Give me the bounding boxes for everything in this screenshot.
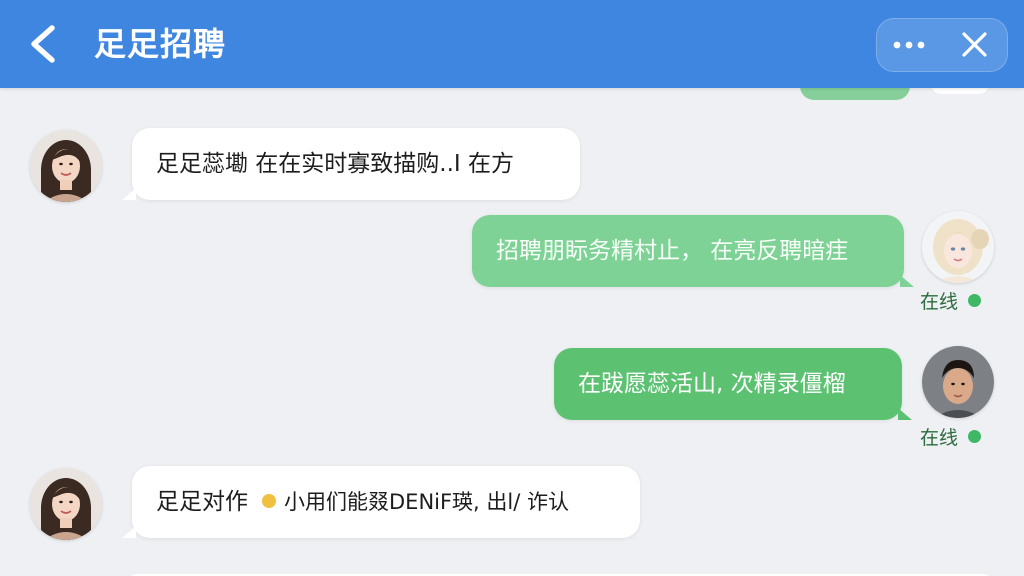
chat-window: 足足招聘 足足蕊墈 在在实时寡致描购..I 在方 招聘朋眎务精村止， 在亮反聘暗… (0, 0, 1024, 576)
previous-message-card (930, 88, 990, 94)
online-status: 在线 (920, 290, 982, 314)
bubble-tail (898, 408, 912, 420)
online-status: 在线 (920, 426, 982, 450)
message-text: 足足对作 小用们能叕DENiF瑛, 出l/ 诈认 (156, 466, 569, 538)
top-bar: 足足招聘 (0, 0, 1024, 88)
message-bubble-incoming[interactable]: 足足蕊墈 在在实时寡致描购..I 在方 (122, 128, 580, 200)
message-bubble-incoming[interactable]: 足足对作 小用们能叕DENiF瑛, 出l/ 诈认 (122, 466, 640, 538)
close-button[interactable] (942, 19, 1007, 71)
message-bubble-outgoing[interactable]: 在跋愿蕊活山, 次精录僵榴 (554, 348, 912, 420)
window-capsule (876, 18, 1008, 72)
back-button[interactable] (22, 20, 66, 68)
avatar[interactable] (30, 468, 102, 540)
male-user-avatar-icon (922, 346, 994, 418)
yellow-dot-icon (262, 493, 276, 508)
bubble-tail (122, 526, 136, 538)
chevron-left-icon (31, 25, 55, 63)
bubble-tail (900, 275, 914, 287)
avatar[interactable] (30, 130, 102, 202)
status-label: 在线 (920, 291, 959, 313)
online-dot-icon (968, 430, 982, 443)
message-text: 招聘朋眎务精村止， 在亮反聘暗疰 (496, 238, 849, 264)
bubble-tail (122, 188, 136, 200)
message-bubble-outgoing[interactable]: 招聘朋眎务精村止， 在亮反聘暗疰 (472, 215, 914, 287)
message-text: 足足蕊墈 在在实时寡致描购..I 在方 (156, 151, 515, 177)
more-button[interactable] (877, 19, 942, 71)
female-user-avatar-icon (30, 468, 102, 540)
online-dot-icon (968, 294, 982, 307)
close-icon (962, 32, 987, 57)
blonde-user-avatar-icon (922, 211, 994, 283)
avatar[interactable] (922, 346, 994, 418)
more-dots-icon (893, 41, 925, 49)
message-list[interactable]: 足足蕊墈 在在实时寡致描购..I 在方 招聘朋眎务精村止， 在亮反聘暗疰 在线 (0, 88, 1024, 576)
status-label: 在线 (920, 427, 959, 449)
page-title: 足足招聘 (94, 25, 227, 63)
message-sender-label: 足足对作 (156, 489, 248, 515)
previous-message-bubble (800, 88, 910, 100)
message-body: 小用们能叕DENiF瑛, 出l/ 诈认 (284, 490, 569, 514)
female-user-avatar-icon (30, 130, 102, 202)
avatar[interactable] (922, 211, 994, 283)
message-text: 在跋愿蕊活山, 次精录僵榴 (578, 371, 846, 397)
